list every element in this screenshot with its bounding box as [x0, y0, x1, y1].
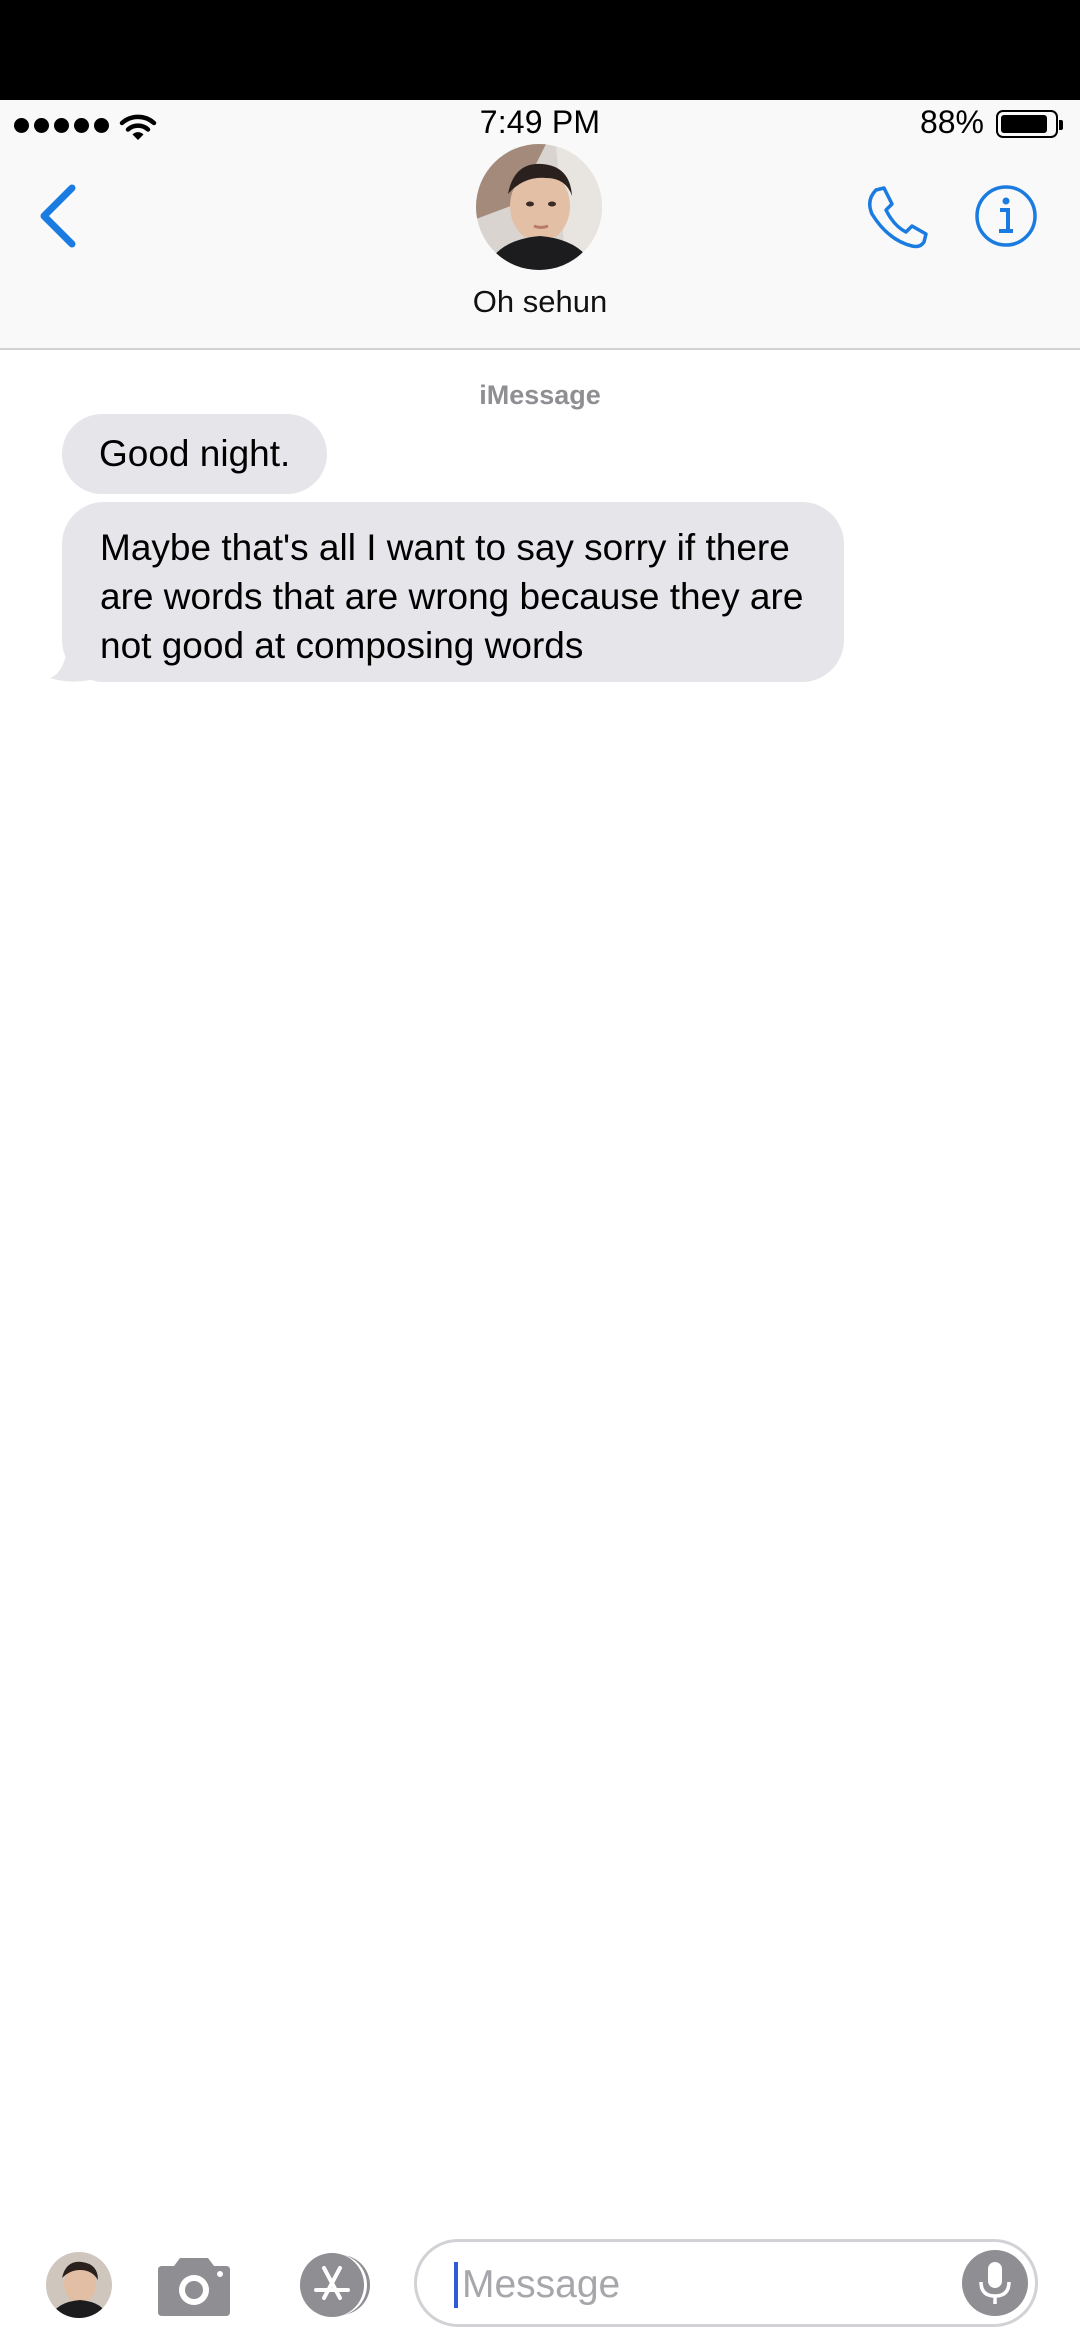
- top-black-band: [0, 0, 1080, 100]
- message-bubble-incoming[interactable]: Good night.: [62, 414, 328, 494]
- microphone-button[interactable]: [962, 2250, 1028, 2316]
- service-label: iMessage: [479, 380, 601, 410]
- info-icon[interactable]: [974, 184, 1038, 248]
- microphone-icon: [979, 2262, 1011, 2304]
- camera-icon[interactable]: [156, 2250, 232, 2318]
- status-time: 7:49 PM: [479, 104, 601, 140]
- contact-avatar[interactable]: [476, 144, 602, 270]
- message-placeholder: Message: [462, 2263, 621, 2306]
- app-store-icon[interactable]: [282, 2252, 378, 2318]
- contact-name[interactable]: Oh sehun: [0, 284, 1080, 320]
- contact-photo: [476, 144, 602, 270]
- battery-icon: [996, 110, 1063, 138]
- text-cursor: [454, 2262, 458, 2308]
- imessage-conversation-screen: 7:49 PM 88% Oh sehun iMessage Good night…: [0, 0, 1080, 2340]
- phone-icon[interactable]: [862, 182, 930, 252]
- contact-photo: [46, 2252, 112, 2318]
- message-bubble-incoming[interactable]: Maybe that's all I want to say sorry if …: [62, 502, 844, 682]
- chevron-left-icon[interactable]: [32, 180, 88, 252]
- battery-percentage: 88%: [919, 104, 984, 140]
- memoji-avatar-button[interactable]: [46, 2252, 112, 2318]
